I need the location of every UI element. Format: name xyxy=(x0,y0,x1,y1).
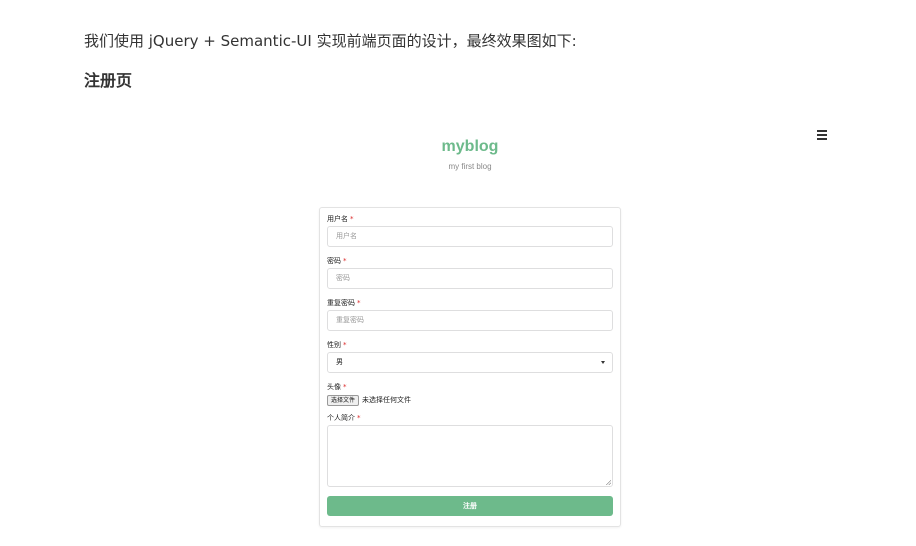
repeat-password-input[interactable]: 重复密码 xyxy=(327,310,613,331)
resize-grip-icon[interactable] xyxy=(606,480,611,485)
required-mark: * xyxy=(343,257,347,265)
avatar-label: 头像 * xyxy=(327,383,347,391)
register-form: 用户名 * 用户名 密码 * 密码 重复密码 * 重复密码 性别 * 男 头像 * xyxy=(319,207,621,527)
bio-textarea[interactable] xyxy=(327,425,613,487)
register-button[interactable]: 注册 xyxy=(327,496,613,516)
gender-field: 性别 * 男 xyxy=(327,341,613,373)
required-mark: * xyxy=(357,299,361,307)
gender-selected-value: 男 xyxy=(336,358,343,366)
bio-label: 个人简介 * xyxy=(327,414,361,422)
required-mark: * xyxy=(343,383,347,391)
brand-tagline: my first blog xyxy=(448,162,492,171)
password-field: 密码 * 密码 xyxy=(327,257,613,289)
required-mark: * xyxy=(357,414,361,422)
intro-paragraph: 我们使用 jQuery + Semantic-UI 实现前端页面的设计，最终效果… xyxy=(84,32,577,50)
brand-title[interactable]: myblog xyxy=(84,137,856,157)
register-page-screenshot: myblog my first blog 用户名 * 用户名 密码 * 密码 重复密… xyxy=(84,118,844,546)
dropdown-caret-icon xyxy=(601,361,605,364)
bio-field: 个人简介 * xyxy=(327,414,613,487)
repeat-password-label: 重复密码 * xyxy=(327,299,361,307)
password-input[interactable]: 密码 xyxy=(327,268,613,289)
required-mark: * xyxy=(343,341,347,349)
username-label: 用户名 * xyxy=(327,215,354,223)
file-status-text: 未选择任何文件 xyxy=(362,396,412,404)
repeat-password-field: 重复密码 * 重复密码 xyxy=(327,299,613,331)
required-mark: * xyxy=(350,215,354,223)
page: 我们使用 jQuery + Semantic-UI 实现前端页面的设计，最终效果… xyxy=(0,0,916,546)
gender-label: 性别 * xyxy=(327,341,347,349)
password-label: 密码 * xyxy=(327,257,347,265)
avatar-field: 头像 * 选择文件 未选择任何文件 xyxy=(327,383,613,406)
section-title: 注册页 xyxy=(84,71,133,90)
gender-select[interactable]: 男 xyxy=(327,352,613,373)
username-input[interactable]: 用户名 xyxy=(327,226,613,247)
username-field: 用户名 * 用户名 xyxy=(327,215,613,247)
choose-file-button[interactable]: 选择文件 xyxy=(327,394,360,406)
